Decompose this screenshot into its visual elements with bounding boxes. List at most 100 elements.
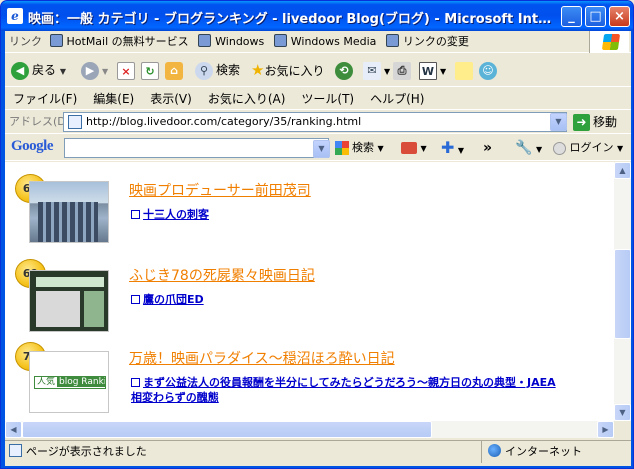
google-toolbar: Google ▼ 検索 ▼ ▼ ✚ ▼ » 🔧 ▼ ログイン ▼	[5, 135, 631, 161]
go-arrow-icon: ➜	[573, 114, 590, 131]
menu-favorites[interactable]: お気に入り(A)	[200, 88, 294, 110]
history-button[interactable]: ⟲	[335, 59, 356, 82]
print-button[interactable]: ⎙	[393, 59, 414, 82]
chevron-down-icon: ▼	[420, 144, 427, 153]
home-button[interactable]: ⌂	[165, 59, 186, 82]
link-windows-media[interactable]: Windows Media	[273, 31, 383, 53]
article-title: 相変わらずの醜態	[131, 391, 219, 404]
edit-button[interactable]: W ▼	[419, 59, 446, 82]
forward-button[interactable]: ▶ ▼	[81, 59, 108, 82]
google-news-button[interactable]: ▼	[401, 138, 427, 158]
ie-icon: e	[7, 8, 23, 24]
page-content: 68 映画プロデューサー前田茂司 十三人の刺客 69 ふじき78の死屍累々映画日…	[5, 162, 614, 421]
go-label: 移動	[593, 115, 618, 129]
article-title: 鷹の爪団ED	[143, 293, 204, 306]
google-login-button[interactable]: ログイン ▼	[553, 138, 623, 158]
blog-thumbnail[interactable]: 人気blog Ranking	[29, 351, 109, 413]
note-icon	[455, 61, 473, 80]
menu-help[interactable]: ヘルプ(H)	[362, 88, 432, 110]
blog-header-image	[36, 277, 104, 287]
status-bar: ページが表示されました インターネット	[5, 440, 631, 463]
google-search-label: 検索	[352, 141, 374, 154]
chevron-down-icon: ▼	[377, 144, 384, 153]
minimize-button[interactable]: _	[561, 6, 582, 27]
address-bar: アドレス(D) http://blog.livedoor.com/categor…	[5, 111, 631, 134]
google-search-dropdown[interactable]: ▼	[313, 140, 330, 158]
link-label: Windows	[215, 35, 265, 48]
chevron-right-icon: ▶	[602, 425, 609, 434]
page-icon	[198, 34, 212, 47]
article-title: まず公益法人の役員報酬を半分にしてみたらどうだろう～親方日の丸の典型・JAEA	[143, 376, 556, 389]
page-icon	[49, 34, 63, 47]
close-button[interactable]: ×	[609, 6, 630, 27]
globe-icon	[488, 444, 501, 457]
windows-logo	[589, 31, 629, 53]
chevron-down-icon: ▼	[59, 67, 66, 76]
menu-tools[interactable]: ツール(T)	[293, 88, 362, 110]
title-bar[interactable]: e 映画：一般 カテゴリ - ブログランキング - livedoor Blog(…	[1, 1, 633, 31]
messenger-button[interactable]: ☺	[479, 59, 500, 82]
article-link[interactable]: まず公益法人の役員報酬を半分にしてみたらどうだろう～親方日の丸の典型・JAEA	[131, 376, 611, 390]
blog-thumbnail[interactable]	[29, 181, 109, 243]
menu-view[interactable]: 表示(V)	[142, 88, 200, 110]
address-input[interactable]: http://blog.livedoor.com/category/35/ran…	[63, 112, 567, 132]
page-icon	[273, 34, 287, 47]
article-title: 十三人の刺客	[143, 208, 209, 221]
stop-button[interactable]: ×	[117, 59, 138, 82]
blog-title-link[interactable]: 映画プロデューサー前田茂司	[129, 180, 311, 200]
blog-sidebar-image	[84, 291, 104, 327]
back-button[interactable]: ◀ 戻る ▼	[11, 59, 66, 82]
ranking-entry: 70 人気blog Ranking 万歳！映画パラダイス～穏沼ほろ酔い日記 まず…	[5, 334, 614, 420]
favorites-button[interactable]: ★お気に入り	[251, 59, 324, 82]
article-link[interactable]: 鷹の爪団ED	[131, 293, 204, 307]
blog-thumbnail[interactable]	[29, 270, 109, 332]
menu-edit[interactable]: 編集(E)	[85, 88, 142, 110]
status-zone: インターネット	[481, 441, 631, 463]
links-label: リンク	[9, 35, 42, 48]
article-link[interactable]: 相変わらずの醜態	[131, 391, 219, 405]
standard-toolbar: ◀ 戻る ▼ ▶ ▼ × ↻ ⌂ ⚲ 検索 ★お気に入り ⟲ ✉ ▼ ⎙ W ▼ ☺	[5, 54, 631, 87]
address-url: http://blog.livedoor.com/category/35/ran…	[86, 115, 362, 128]
ranking-entry: 69 ふじき78の死屍累々映画日記 鷹の爪団ED	[5, 248, 614, 334]
blog-title-link[interactable]: 万歳！映画パラダイス～穏沼ほろ酔い日記	[129, 348, 395, 368]
mail-button[interactable]: ✉ ▼	[363, 59, 390, 82]
status-text: ページが表示されました	[26, 445, 147, 458]
pagerank-icon	[401, 142, 417, 154]
address-dropdown[interactable]: ▼	[550, 113, 567, 131]
scroll-down-button[interactable]: ▼	[614, 404, 631, 421]
refresh-button[interactable]: ↻	[141, 59, 162, 82]
discuss-button[interactable]	[455, 59, 476, 82]
vertical-scroll-thumb[interactable]	[614, 249, 631, 339]
horizontal-scrollbar[interactable]: ◀ ▶	[5, 421, 614, 438]
blog-ranking-banner: 人気blog Ranking	[34, 376, 106, 389]
scroll-up-button[interactable]: ▲	[614, 162, 631, 179]
link-windows[interactable]: Windows	[198, 31, 270, 53]
chevron-down-icon: ▼	[619, 408, 626, 417]
scroll-right-button[interactable]: ▶	[597, 421, 614, 438]
maximize-button[interactable]: □	[585, 6, 606, 27]
article-link[interactable]: 十三人の刺客	[131, 208, 209, 222]
page-icon	[385, 34, 399, 47]
link-hotmail[interactable]: HotMail の無料サービス	[49, 31, 195, 53]
browser-window: e 映画：一般 カテゴリ - ブログランキング - livedoor Blog(…	[0, 0, 634, 469]
zone-text: インターネット	[505, 445, 582, 458]
google-more-button[interactable]: »	[483, 138, 492, 158]
chevron-down-icon: ▼	[440, 67, 447, 76]
vertical-scrollbar[interactable]: ▲ ▼	[614, 162, 631, 421]
google-add-button[interactable]: ✚ ▼	[441, 138, 464, 158]
link-customize[interactable]: リンクの変更	[385, 31, 475, 53]
scroll-left-button[interactable]: ◀	[5, 421, 22, 438]
google-search-button[interactable]: 検索 ▼	[335, 138, 384, 158]
google-settings-button[interactable]: 🔧 ▼	[515, 138, 542, 158]
horizontal-scroll-thumb[interactable]	[22, 421, 432, 438]
blog-body-image	[36, 291, 80, 327]
go-button[interactable]: ➜ 移動	[573, 112, 617, 132]
building-image	[38, 202, 98, 242]
chevron-left-icon: ◀	[10, 425, 17, 434]
search-button[interactable]: ⚲ 検索	[195, 59, 240, 82]
bullet-square-icon	[131, 378, 140, 387]
google-search-input[interactable]	[64, 138, 329, 158]
menu-file[interactable]: ファイル(F)	[5, 88, 85, 110]
blog-title-link[interactable]: ふじき78の死屍累々映画日記	[129, 265, 315, 285]
link-label: HotMail の無料サービス	[66, 35, 189, 48]
